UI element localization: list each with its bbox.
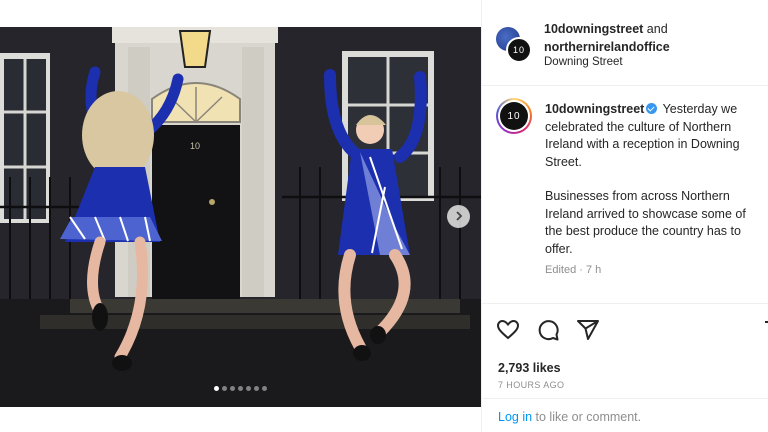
door-number: 10 <box>190 141 200 151</box>
carousel-indicator <box>0 386 481 391</box>
caption-username[interactable]: 10downingstreet <box>545 102 644 116</box>
heart-icon[interactable] <box>496 318 520 342</box>
next-photo-button[interactable] <box>447 205 470 228</box>
carousel-dot <box>238 386 243 391</box>
more-options-icon[interactable]: ⋮ <box>764 36 768 53</box>
owner-link-1[interactable]: 10downingstreet <box>544 22 643 36</box>
photo-scene: 10 <box>0 27 481 407</box>
verified-badge-icon <box>646 103 658 114</box>
likes-count[interactable]: 2,793 likes <box>498 361 561 375</box>
collab-avatars[interactable]: 10 <box>496 27 532 63</box>
post-caption: 10 10downingstreet Yesterday we celebrat… <box>482 86 768 304</box>
carousel-dot <box>262 386 267 391</box>
downingstreet-avatar: 10 <box>506 37 532 63</box>
carousel-dot <box>246 386 251 391</box>
post-owners: 10downingstreet and northernirelandoffic… <box>544 20 670 56</box>
login-rest-text: to like or comment. <box>532 410 642 424</box>
post-details-panel: 10 10downingstreet and northernirelandof… <box>481 0 768 432</box>
share-icon[interactable] <box>576 318 600 342</box>
carousel-dot <box>254 386 259 391</box>
caption-avatar[interactable]: 10 <box>496 98 532 134</box>
carousel-dot <box>222 386 227 391</box>
owner-link-2[interactable]: northernirelandoffice <box>544 40 670 54</box>
carousel-dot <box>230 386 235 391</box>
caption-text: 10downingstreet Yesterday we celebrated … <box>545 101 761 258</box>
caption-avatar-logo: 10 <box>500 102 528 130</box>
post-time: 7 HOURS AGO <box>498 380 565 390</box>
post-header: 10 10downingstreet and northernirelandof… <box>482 0 768 86</box>
action-bar <box>496 318 600 342</box>
edited-timestamp: Edited · 7 h <box>545 264 602 276</box>
login-prompt: Log in to like or comment. <box>482 398 768 432</box>
comment-icon[interactable] <box>536 318 560 342</box>
owners-joiner: and <box>643 22 668 36</box>
save-icon[interactable] <box>764 320 768 342</box>
carousel-dot <box>214 386 219 391</box>
chevron-right-icon <box>454 208 464 226</box>
caption-line-2: Businesses from across Northern Ireland … <box>545 189 746 256</box>
post-media: 10 <box>0 0 481 432</box>
post-location[interactable]: Downing Street <box>544 56 623 68</box>
post-photo: 10 <box>0 27 481 407</box>
login-link[interactable]: Log in <box>498 410 532 424</box>
